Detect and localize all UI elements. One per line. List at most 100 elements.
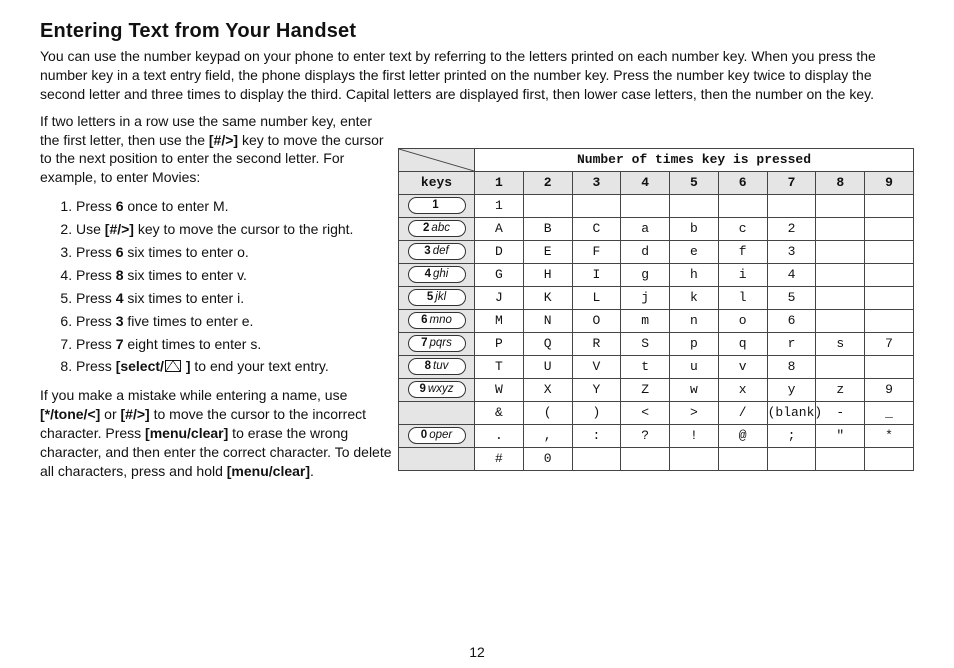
table-row: 6mnoMNOmno6 (399, 309, 914, 332)
step-pre: Press (76, 358, 116, 374)
table-cell: v (718, 355, 767, 378)
table-cell: T (475, 355, 524, 378)
table-cell (621, 447, 670, 470)
table-row: 9wxyzWXYZwxyz9 (399, 378, 914, 401)
table-row: &()<>/(blank)-_ (399, 401, 914, 424)
step-post: six times to enter v. (123, 267, 246, 283)
table-col-header: 5 (670, 171, 719, 194)
table-cell: z (816, 378, 865, 401)
table-cell: d (621, 240, 670, 263)
table-cell: : (572, 424, 621, 447)
table-col-header: 9 (865, 171, 914, 194)
table-cell: 6 (767, 309, 816, 332)
table-cell: b (670, 217, 719, 240)
table-col-header: 3 (572, 171, 621, 194)
table-cell: , (523, 424, 572, 447)
table-row: #0 (399, 447, 914, 470)
table-cell (767, 447, 816, 470)
table-cell: ) (572, 401, 621, 424)
table-cell: n (670, 309, 719, 332)
key-cell: 0oper (399, 424, 475, 447)
table-col-header: 4 (621, 171, 670, 194)
table-cell: E (523, 240, 572, 263)
table-cell (816, 286, 865, 309)
key-cell: 5jkl (399, 286, 475, 309)
table-cell: - (816, 401, 865, 424)
table-cell: # (475, 447, 524, 470)
table-header-row-1: Number of times key is pressed (399, 148, 914, 171)
table-cell (572, 447, 621, 470)
table-cell: q (718, 332, 767, 355)
table-cell: Q (523, 332, 572, 355)
step-item: Press 6 once to enter M. (76, 197, 392, 216)
table-col-header: 7 (767, 171, 816, 194)
table-cell (816, 263, 865, 286)
step-bold: [select/ (116, 358, 164, 374)
table-cell (865, 309, 914, 332)
table-cell: ; (767, 424, 816, 447)
table-cell (523, 194, 572, 217)
keypad-key-icon: 6mno (408, 312, 466, 329)
table-cell: (blank) (767, 401, 816, 424)
table-cell: 9 (865, 378, 914, 401)
table-cell: K (523, 286, 572, 309)
step-item: Use [#/>] key to move the cursor to the … (76, 220, 392, 239)
table-cell: o (718, 309, 767, 332)
table-cell (865, 355, 914, 378)
table-col-header: 1 (475, 171, 524, 194)
table-row: 0oper.,:?!@;"* (399, 424, 914, 447)
page-title: Entering Text from Your Handset (40, 20, 914, 43)
table-cell: u (670, 355, 719, 378)
table-cell: e (670, 240, 719, 263)
table-col-header: 6 (718, 171, 767, 194)
table-cell (816, 194, 865, 217)
table-cell: m (621, 309, 670, 332)
key-cell: 4ghi (399, 263, 475, 286)
key-cell: 7pqrs (399, 332, 475, 355)
table-cell (865, 217, 914, 240)
table-cell (865, 263, 914, 286)
keypad-key-icon: 2abc (408, 220, 466, 237)
table-cell: f (718, 240, 767, 263)
keypad-table: Number of times key is pressed keys12345… (398, 148, 914, 471)
table-cell (865, 240, 914, 263)
table-cell (670, 194, 719, 217)
step-post: eight times to enter s. (123, 336, 261, 352)
mistake-paragraph: If you make a mistake while entering a n… (40, 386, 392, 480)
table-cell (718, 447, 767, 470)
key-cell: 3def (399, 240, 475, 263)
table-cell: L (572, 286, 621, 309)
key-cell: 8tuv (399, 355, 475, 378)
key-cell: 2abc (399, 217, 475, 240)
step-pre: Use (76, 221, 105, 237)
table-col-header: 8 (816, 171, 865, 194)
table-cell: B (523, 217, 572, 240)
key-cell: 1 (399, 194, 475, 217)
table-cell: D (475, 240, 524, 263)
keypad-key-icon: 1 (408, 197, 466, 214)
table-cell: 7 (865, 332, 914, 355)
step-bold-tail: ] (182, 358, 191, 374)
table-cell: . (475, 424, 524, 447)
step-item: Press 8 six times to enter v. (76, 266, 392, 285)
step-post: once to enter M. (123, 198, 228, 214)
table-cell: 1 (475, 194, 524, 217)
step-pre: Press (76, 336, 116, 352)
intro-key-label: [#/>] (209, 132, 238, 148)
table-cell: J (475, 286, 524, 309)
steps-list: Press 6 once to enter M. Use [#/>] key to… (40, 197, 392, 376)
step-post: six times to enter o. (123, 244, 248, 260)
table-cell: P (475, 332, 524, 355)
table-cell: C (572, 217, 621, 240)
keypad-key-icon: 4ghi (408, 266, 466, 283)
table-cell: t (621, 355, 670, 378)
table-cell: 3 (767, 240, 816, 263)
table-cell: / (718, 401, 767, 424)
table-row: 11 (399, 194, 914, 217)
table-cell: j (621, 286, 670, 309)
table-cell: @ (718, 424, 767, 447)
step-post: five times to enter e. (123, 313, 253, 329)
intro-paragraph: If two letters in a row use the same num… (40, 112, 392, 188)
table-cell: A (475, 217, 524, 240)
mistake-t1: If you make a mistake while entering a n… (40, 387, 347, 403)
